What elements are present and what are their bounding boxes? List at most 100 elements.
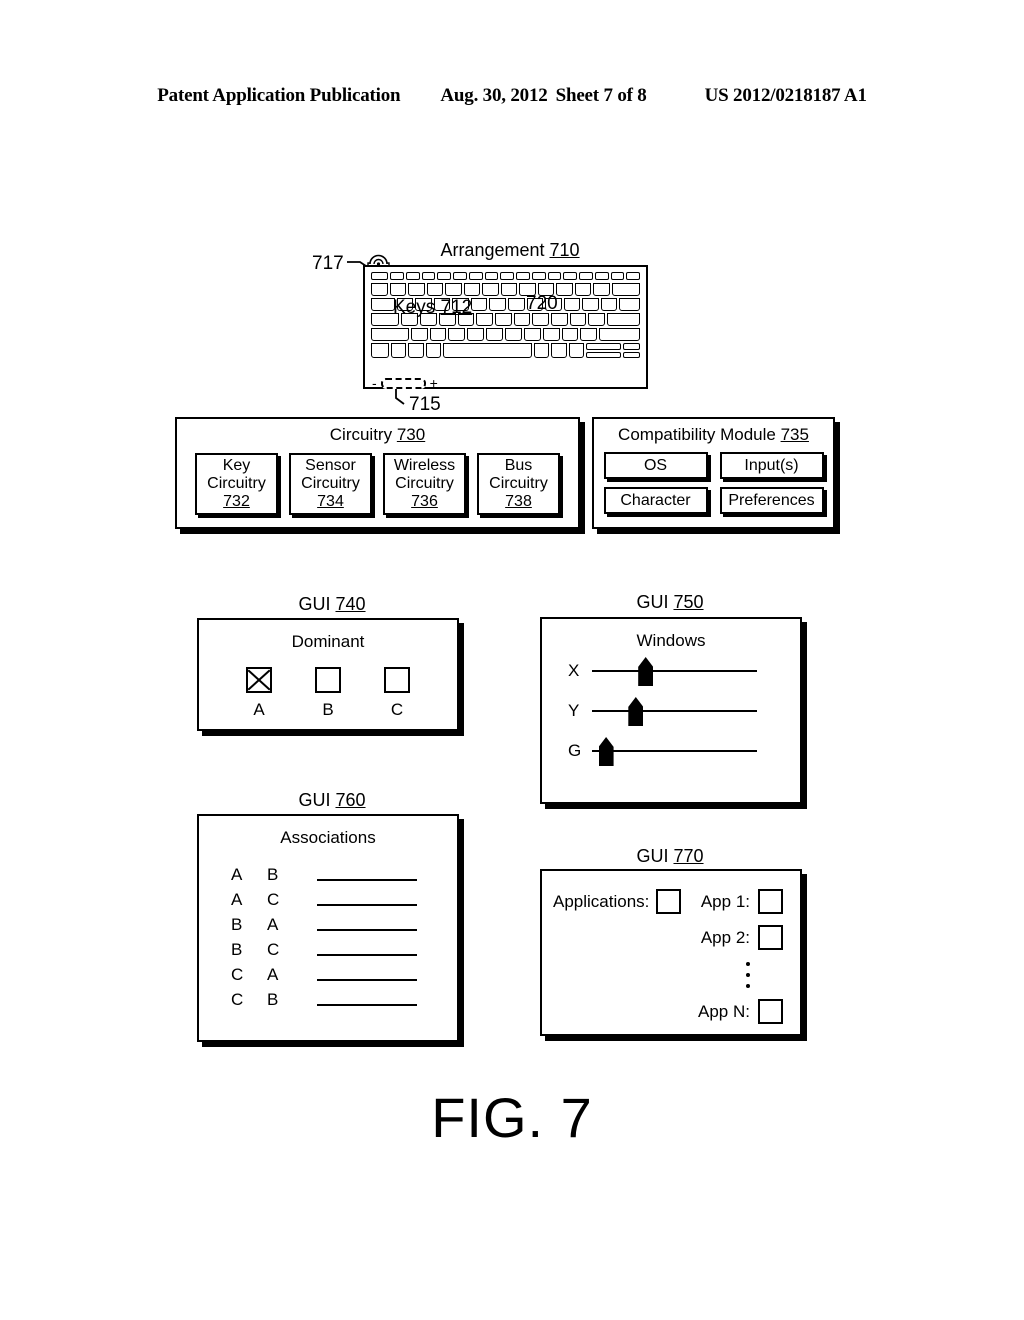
slider-row-x: X bbox=[542, 651, 800, 691]
arrangement-title: Arrangement 710 bbox=[360, 240, 660, 261]
compatibility-module: Compatibility Module 735 OS Input(s) Cha… bbox=[592, 417, 835, 529]
dominant-option-c[interactable]: C bbox=[384, 667, 410, 720]
list-item[interactable]: App N: bbox=[698, 999, 783, 1024]
sensor-circuitry-box[interactable]: Sensor Circuitry 734 bbox=[289, 453, 372, 515]
assoc-to-0: B bbox=[267, 864, 279, 884]
assoc-input-2[interactable] bbox=[317, 928, 417, 931]
sensor-circuitry-line1: Sensor bbox=[305, 457, 356, 475]
gui740-caption-ref: 740 bbox=[335, 594, 366, 614]
table-row[interactable]: B A bbox=[231, 912, 457, 937]
keys-label-text: Keys bbox=[393, 297, 436, 318]
dominant-checkbox-b[interactable] bbox=[315, 667, 341, 693]
wireless-circuitry-box[interactable]: Wireless Circuitry 736 bbox=[383, 453, 466, 515]
dominant-checkbox-a[interactable] bbox=[246, 667, 272, 693]
assoc-input-5[interactable] bbox=[317, 1003, 417, 1006]
circuitry-title-ref: 730 bbox=[396, 425, 426, 444]
assoc-to-4: A bbox=[267, 964, 279, 984]
compat-item-inputs[interactable]: Input(s) bbox=[719, 452, 824, 479]
app2-label: App 2: bbox=[700, 927, 750, 947]
header-publication: Patent Application Publication bbox=[157, 85, 401, 106]
keyboard-row-function bbox=[371, 272, 640, 280]
assoc-input-0[interactable] bbox=[317, 878, 417, 881]
appn-checkbox[interactable] bbox=[758, 999, 783, 1024]
gui740-caption: GUI 740 bbox=[202, 594, 462, 615]
compat-item-os[interactable]: OS bbox=[603, 452, 708, 479]
assoc-input-3[interactable] bbox=[317, 953, 417, 956]
gui770-caption-ref: 770 bbox=[673, 846, 704, 866]
gui760-title: Associations bbox=[280, 828, 376, 847]
dominant-label-b: B bbox=[322, 700, 334, 719]
assoc-from-2: B bbox=[231, 914, 243, 934]
app2-checkbox[interactable] bbox=[758, 925, 783, 950]
slider-track-y[interactable] bbox=[592, 697, 757, 726]
slider-track-x[interactable] bbox=[592, 657, 757, 686]
bus-circuitry-box[interactable]: Bus Circuitry 738 bbox=[477, 453, 560, 515]
slider-row-y: Y bbox=[542, 691, 800, 731]
dominant-options: A B C bbox=[199, 667, 457, 720]
association-rows: A B A C B A B C C A C B bbox=[199, 862, 457, 1012]
ellipsis-dot bbox=[746, 984, 750, 988]
slider-thumb-y[interactable] bbox=[628, 697, 644, 726]
keyboard-arrangement bbox=[363, 265, 648, 389]
table-row[interactable]: B C bbox=[231, 937, 457, 962]
compatibility-module-items: OS Input(s) Character Preferences bbox=[594, 452, 833, 514]
assoc-input-4[interactable] bbox=[317, 978, 417, 981]
wireless-circuitry-line2: Circuitry bbox=[395, 475, 454, 493]
table-row[interactable]: A C bbox=[231, 887, 457, 912]
battery-reference-715: 715 bbox=[409, 394, 441, 415]
circuitry-title: Circuitry 730 bbox=[177, 425, 578, 445]
key-circuitry-line2: Circuitry bbox=[207, 475, 266, 493]
assoc-to-3: C bbox=[267, 939, 280, 959]
compatibility-module-title: Compatibility Module 735 bbox=[594, 425, 833, 445]
app1-checkbox[interactable] bbox=[758, 889, 783, 914]
compat-item-preferences[interactable]: Preferences bbox=[719, 487, 824, 514]
slider-label-x: X bbox=[568, 661, 580, 680]
wireless-circuitry-line1: Wireless bbox=[393, 457, 456, 475]
list-item[interactable]: App 1: bbox=[701, 889, 783, 914]
slider-track-g[interactable] bbox=[592, 737, 757, 766]
sensor-reference-717: 717 bbox=[312, 253, 344, 274]
assoc-from-5: C bbox=[231, 989, 244, 1009]
applications-label: Applications: bbox=[553, 891, 650, 911]
dominant-label-a: A bbox=[253, 700, 265, 719]
assoc-input-1[interactable] bbox=[317, 903, 417, 906]
header-patent-number: US 2012/0218187 A1 bbox=[704, 85, 867, 106]
gui770-panel: Applications: App 1: App 2: App N: bbox=[540, 869, 802, 1036]
slider-thumb-g[interactable] bbox=[598, 737, 614, 766]
gui770-caption-text: GUI bbox=[636, 846, 669, 866]
list-item[interactable]: App 2: bbox=[701, 925, 783, 950]
bus-circuitry-line1: Bus bbox=[504, 457, 533, 475]
slider-thumb-x[interactable] bbox=[638, 657, 654, 686]
applications-checkbox[interactable] bbox=[656, 889, 682, 914]
table-row[interactable]: A B bbox=[231, 862, 457, 887]
slider-label-g: G bbox=[568, 741, 582, 760]
gui750-caption: GUI 750 bbox=[540, 592, 800, 613]
figure-label: FIG. 7 bbox=[431, 1086, 593, 1149]
gui760-caption-ref: 760 bbox=[335, 790, 366, 810]
assoc-from-1: A bbox=[231, 889, 243, 909]
dominant-checkbox-c[interactable] bbox=[384, 667, 410, 693]
sensor-circuitry-ref: 734 bbox=[317, 492, 344, 510]
gui750-title: Windows bbox=[636, 631, 706, 650]
battery-cell bbox=[380, 377, 426, 389]
circuitry-module: Circuitry 730 Key Circuitry 732 Sensor C… bbox=[175, 417, 580, 529]
gui760-caption: GUI 760 bbox=[202, 790, 462, 811]
sensor-circuitry-line2: Circuitry bbox=[301, 475, 360, 493]
arrangement-title-ref: 710 bbox=[549, 240, 580, 260]
key-circuitry-box[interactable]: Key Circuitry 732 bbox=[195, 453, 278, 515]
table-row[interactable]: C B bbox=[231, 987, 457, 1012]
dominant-option-b[interactable]: B bbox=[315, 667, 341, 720]
dominant-option-a[interactable]: A bbox=[246, 667, 272, 720]
table-row[interactable]: C A bbox=[231, 962, 457, 987]
battery-minus-sign: - bbox=[372, 375, 377, 391]
app1-label: App 1: bbox=[700, 891, 750, 911]
keyboard-row-space bbox=[371, 343, 641, 358]
compat-item-character[interactable]: Character bbox=[603, 487, 708, 514]
key-circuitry-ref: 732 bbox=[223, 492, 250, 510]
key-callout-720: 720 bbox=[526, 293, 558, 314]
applications-group[interactable]: Applications: bbox=[553, 889, 682, 914]
assoc-to-5: B bbox=[267, 989, 279, 1009]
keyboard-row-shift bbox=[371, 328, 640, 341]
key-circuitry-line1: Key bbox=[222, 457, 251, 475]
gui750-caption-text: GUI bbox=[636, 592, 669, 612]
